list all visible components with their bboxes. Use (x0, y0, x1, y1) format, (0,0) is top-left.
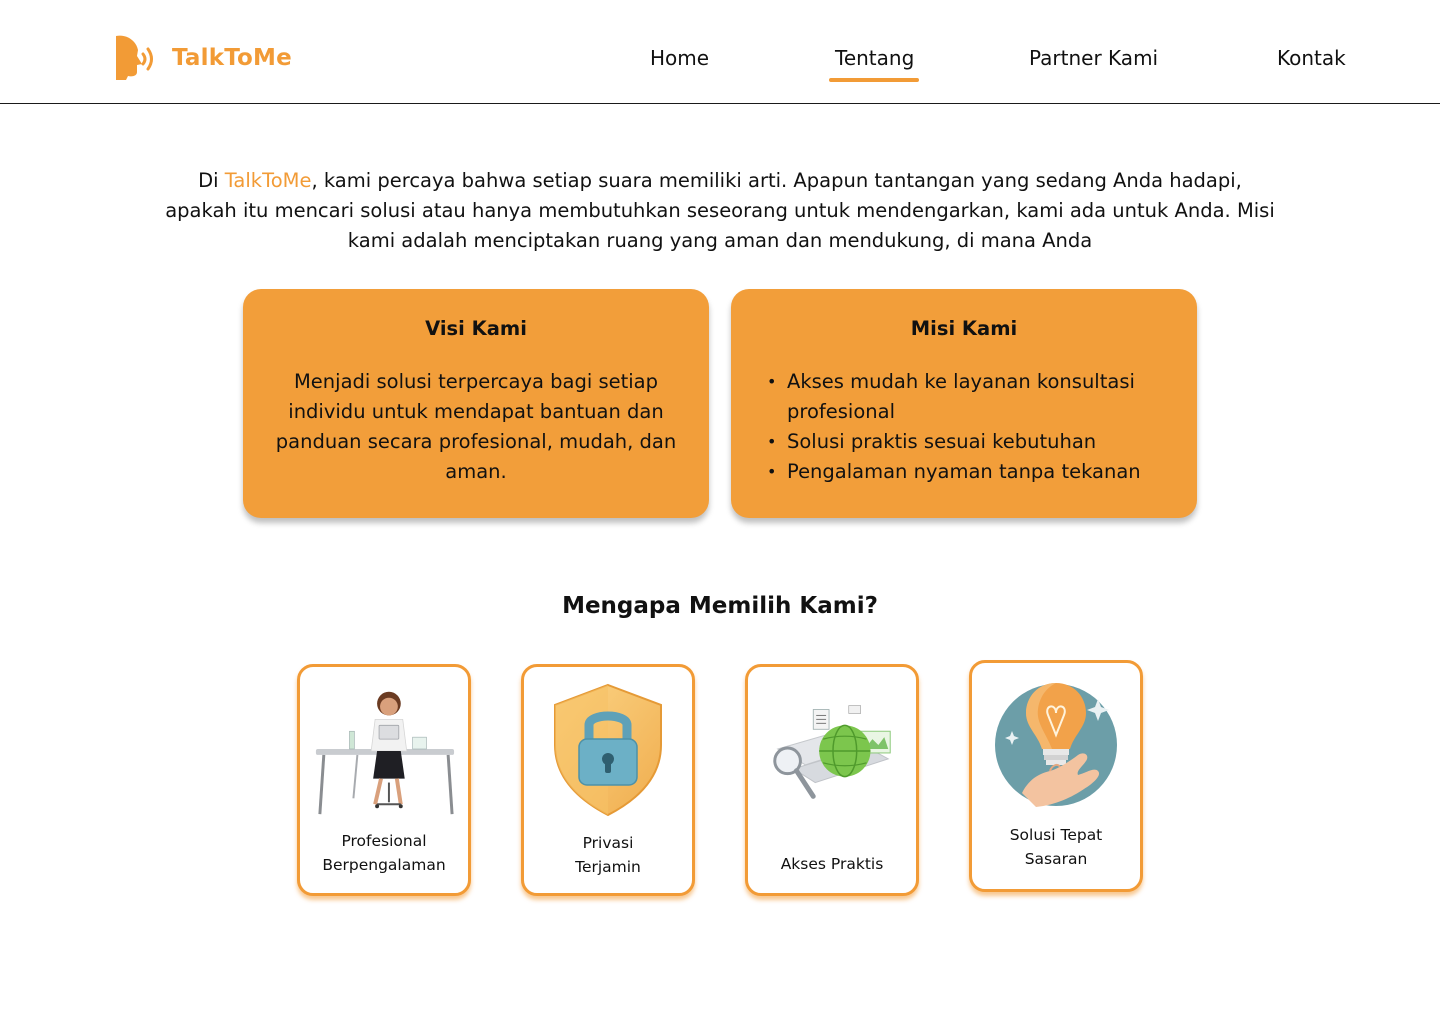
nav-tentang[interactable]: Tentang (828, 46, 920, 82)
intro-text: , kami percaya bahwa setiap suara memili… (165, 169, 1275, 252)
feature-label-line: Akses Praktis (780, 855, 884, 873)
misi-item: Pengalaman nyaman tanpa tekanan (767, 457, 1181, 487)
feature-label: Akses Praktis (754, 852, 910, 876)
visi-card: Visi Kami Menjadi solusi terpercaya bagi… (243, 289, 709, 518)
feature-card-access[interactable]: Akses Praktis (745, 664, 919, 896)
intro-brand: TalkToMe (224, 169, 312, 192)
intro-prefix: Di (198, 169, 225, 192)
visi-text: Menjadi solusi terpercaya bagi setiap in… (275, 370, 677, 483)
misi-list: Akses mudah ke layanan konsultasi profes… (767, 367, 1181, 487)
nav-partner-kami[interactable]: Partner Kami (1029, 46, 1158, 70)
feature-label-line: Privasi (582, 834, 634, 852)
feature-card-professional[interactable]: Profesional Berpengalaman (297, 664, 471, 896)
nav-kontak[interactable]: Kontak (1277, 46, 1346, 70)
site-header: TalkToMe Home Tentang Partner Kami Konta… (0, 0, 1440, 104)
feature-label: Privasi Terjamin (530, 831, 686, 879)
feature-label-line: Sasaran (1024, 850, 1088, 868)
why-title: Mengapa Memilih Kami? (562, 593, 878, 619)
feature-label-line: Solusi Tepat (1009, 826, 1103, 844)
shield-lock-illustration (534, 679, 682, 819)
lightbulb-hand-illustration (982, 675, 1130, 815)
feature-label-line: Berpengalaman (322, 856, 446, 874)
brand-name: TalkToMe (172, 45, 292, 71)
feature-label-line: Terjamin (575, 858, 641, 876)
intro-paragraph: Di TalkToMe, kami percaya bahwa setiap s… (160, 166, 1280, 256)
misi-title: Misi Kami (910, 317, 1018, 340)
talking-head-icon (116, 35, 153, 80)
misi-card: Misi Kami Akses mudah ke layanan konsult… (731, 289, 1197, 518)
nav-home[interactable]: Home (650, 46, 709, 70)
professional-desk-illustration (310, 679, 458, 819)
feature-label-line: Profesional (341, 832, 427, 850)
feature-label: Solusi Tepat Sasaran (978, 823, 1134, 871)
globe-search-illustration (758, 679, 906, 819)
feature-label: Profesional Berpengalaman (306, 829, 462, 877)
brand-logo[interactable]: TalkToMe (112, 34, 292, 82)
feature-card-solution[interactable]: Solusi Tepat Sasaran (969, 660, 1143, 892)
feature-card-privacy[interactable]: Privasi Terjamin (521, 664, 695, 896)
misi-item: Solusi praktis sesuai kebutuhan (767, 427, 1181, 457)
misi-item: Akses mudah ke layanan konsultasi profes… (767, 367, 1181, 427)
visi-title: Visi Kami (425, 317, 527, 340)
